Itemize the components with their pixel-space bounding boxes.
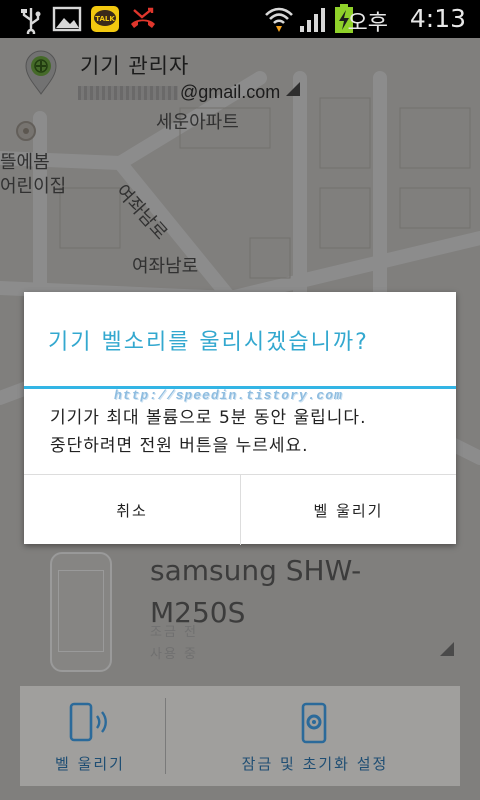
usb-icon	[18, 6, 44, 38]
status-time: 4:13	[409, 4, 466, 33]
status-ampm: 오후	[347, 11, 388, 36]
image-icon	[52, 6, 82, 36]
wifi-icon	[264, 6, 294, 38]
dialog-message: 기기가 최대 볼륨으로 5분 동안 울립니다. 중단하려면 전원 버튼을 누르세…	[50, 404, 440, 460]
phone-screen-outline	[58, 570, 104, 652]
lock-and-erase-button[interactable]: 잠금 및 초기화 설정	[170, 686, 460, 786]
status-bar: TALK 오후 4:13	[0, 0, 480, 38]
ring-device-dialog: 기기 벨소리를 울리시겠습니까? http://speedin.tistory.…	[24, 292, 456, 545]
device-status: 조금 전 사용 중	[150, 622, 198, 666]
dialog-button-row: 취소 벨 울리기	[24, 474, 456, 545]
dialog-message-line-1: 기기가 최대 볼륨으로 5분 동안 울립니다.	[50, 408, 367, 428]
cancel-button[interactable]: 취소	[24, 475, 240, 545]
device-card[interactable]: samsung SHW-M250S 조금 전 사용 중	[20, 530, 460, 672]
device-status-state: 사용 중	[150, 647, 199, 662]
ring-confirm-button[interactable]: 벨 울리기	[240, 475, 456, 545]
ring-device-button[interactable]: 벨 울리기	[20, 686, 160, 786]
dialog-message-line-2: 중단하려면 전원 버튼을 누르세요.	[50, 436, 309, 456]
device-menu-arrow-icon[interactable]	[440, 642, 454, 656]
kakaotalk-icon: TALK	[90, 5, 120, 37]
watermark: http://speedin.tistory.com	[114, 388, 343, 403]
ring-phone-icon	[67, 702, 113, 748]
ring-device-label: 벨 울리기	[55, 755, 125, 773]
signal-icon	[298, 6, 328, 38]
dialog-title: 기기 벨소리를 울리시겠습니까?	[48, 330, 369, 355]
phone-device-icon	[50, 552, 112, 672]
phone-settings-icon	[295, 702, 335, 748]
missed-call-icon	[128, 6, 158, 38]
action-divider	[165, 698, 166, 774]
device-status-time: 조금 전	[150, 625, 199, 640]
lock-and-erase-label: 잠금 및 초기화 설정	[241, 755, 389, 773]
kakao-label: TALK	[95, 15, 115, 23]
action-bar: 벨 울리기 잠금 및 초기화 설정	[20, 686, 460, 786]
